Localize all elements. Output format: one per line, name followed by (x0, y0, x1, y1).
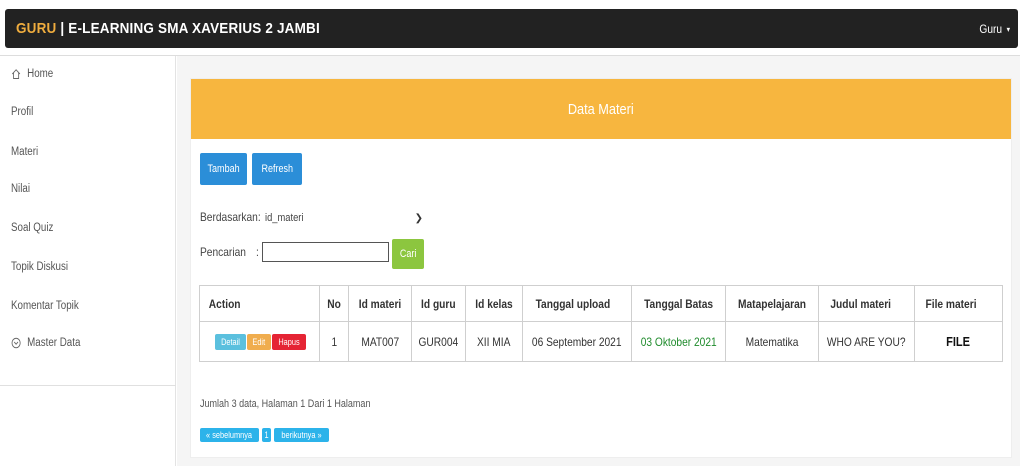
sidebar-item-label: Home (27, 68, 54, 80)
edit-button[interactable]: Edit (247, 333, 271, 350)
column-header-file-materi: File materi (913, 285, 1004, 322)
action-cell: Detail Edit Hapus (199, 321, 320, 362)
refresh-button[interactable]: Refresh (252, 153, 302, 185)
search-button[interactable]: Cari (392, 239, 424, 269)
tanggal-batas-cell: 03 Oktober 2021 (630, 321, 727, 362)
pagination-page-1[interactable]: 1 (262, 428, 271, 442)
brand-role: GURU (16, 20, 57, 37)
column-header-label: No (327, 296, 341, 311)
cell-text: 06 September 2021 (531, 334, 622, 349)
search-button-label: Cari (399, 248, 417, 260)
cell-text: 1 (331, 334, 337, 349)
column-header-judul-materi: Judul materi (818, 285, 915, 322)
column-header-id-materi: Id materi (347, 285, 412, 322)
home-icon (11, 69, 21, 79)
materi-table: Action No Id materi Id guru Id kelas Tan… (199, 285, 1004, 362)
sidebar-item-label: Materi (11, 146, 39, 158)
page-title: Data Materi (568, 100, 634, 118)
navbar: GURU | E-LEARNING SMA XAVERIUS 2 JAMBI G… (5, 9, 1018, 48)
add-button-label: Tambah (207, 163, 240, 175)
sidebar-item-profil[interactable]: Profil (11, 106, 33, 118)
brand-title: | E-LEARNING SMA XAVERIUS 2 JAMBI (56, 20, 320, 37)
edit-button-label: Edit (252, 336, 266, 347)
panel-heading: Data Materi (191, 79, 1011, 139)
pagination-prev-label: « sebelumnya (206, 430, 253, 440)
user-menu-label: Guru (979, 21, 1003, 36)
sidebar: Home Profil Materi Nilai Soal Quiz Topik… (0, 56, 176, 466)
app-brand[interactable]: GURU | E-LEARNING SMA XAVERIUS 2 JAMBI (16, 20, 320, 37)
column-header-matapelajaran: Matapelajaran (725, 285, 820, 322)
column-header-label: Matapelajaran (738, 296, 807, 311)
sidebar-item-nilai[interactable]: Nilai (11, 183, 30, 195)
delete-button[interactable]: Hapus (272, 333, 307, 350)
cell-text: MAT007 (360, 334, 399, 349)
refresh-button-label: Refresh (261, 163, 293, 175)
pagination-page-label: 1 (264, 430, 269, 440)
caret-down-icon: ▾ (1006, 24, 1010, 34)
sidebar-item-label: Master Data (27, 337, 81, 349)
sidebar-item-home[interactable]: Home (11, 68, 53, 80)
cell-text: WHO ARE YOU? (827, 334, 906, 349)
column-header-label: Id kelas (474, 296, 513, 311)
cell-text: GUR004 (418, 334, 459, 349)
record-summary: Jumlah 3 data, Halaman 1 Dari 1 Halaman (200, 398, 371, 410)
file-materi-cell: FILE (913, 321, 1004, 362)
column-header-label: File materi (925, 296, 977, 311)
pagination-next-label: berikutnya » (281, 430, 322, 440)
based-on-select[interactable]: id_materi ❯ (259, 208, 429, 228)
column-header-label: Action (208, 296, 241, 311)
judul-materi-cell: WHO ARE YOU? (818, 321, 915, 362)
column-header-label: Id guru (420, 296, 456, 311)
search-input[interactable] (262, 242, 389, 262)
pagination-prev-button[interactable]: « sebelumnya (200, 428, 259, 442)
file-download-link[interactable]: FILE (946, 334, 970, 349)
chevron-circle-down-icon (11, 337, 21, 349)
detail-button[interactable]: Detail (214, 333, 246, 350)
id-materi-cell: MAT007 (347, 321, 412, 362)
top-bar: GURU | E-LEARNING SMA XAVERIUS 2 JAMBI G… (0, 0, 1020, 56)
column-header-label: Tanggal Batas (643, 296, 713, 311)
matapelajaran-cell: Matematika (725, 321, 820, 362)
tanggal-upload-cell: 06 September 2021 (521, 321, 632, 362)
column-header-label: Tanggal upload (535, 296, 610, 311)
sidebar-item-label: Profil (11, 106, 34, 118)
cell-text: Matematika (745, 334, 799, 349)
search-label: Pencarian (200, 245, 246, 259)
column-header-id-guru: Id guru (410, 285, 466, 322)
detail-button-label: Detail (220, 336, 240, 347)
column-header-action: Action (199, 285, 320, 322)
column-header-label: Judul materi (830, 296, 892, 311)
table-row: Detail Edit Hapus 1 MAT007 GUR004 XII MI… (199, 321, 1004, 362)
column-header-label: Id materi (358, 296, 402, 311)
search-label-colon: : (256, 245, 259, 259)
id-guru-cell: GUR004 (410, 321, 466, 362)
table-header-row: Action No Id materi Id guru Id kelas Tan… (199, 285, 1004, 322)
add-button[interactable]: Tambah (200, 153, 247, 185)
user-menu-dropdown[interactable]: Guru ▾ (979, 22, 1010, 36)
sidebar-item-master-data[interactable]: Master Data (11, 337, 80, 349)
column-header-id-kelas: Id kelas (464, 285, 523, 322)
sidebar-item-topik-diskusi[interactable]: Topik Diskusi (11, 261, 68, 273)
sidebar-item-materi[interactable]: Materi (11, 146, 38, 158)
based-on-selected-value: id_materi (265, 212, 304, 224)
column-header-tanggal-batas: Tanggal Batas (630, 285, 727, 322)
chevron-down-icon: ❯ (414, 212, 423, 224)
pagination-next-button[interactable]: berikutnya » (274, 428, 329, 442)
cell-text: 03 Oktober 2021 (640, 334, 717, 349)
based-on-label: Berdasarkan: (200, 210, 261, 224)
cell-text: XII MIA (476, 334, 511, 349)
column-header-tanggal-upload: Tanggal upload (521, 285, 632, 322)
sidebar-item-label: Topik Diskusi (11, 261, 69, 273)
sidebar-item-label: Nilai (11, 183, 31, 195)
sidebar-item-label: Komentar Topik (11, 300, 79, 312)
column-header-no: No (318, 285, 349, 322)
delete-button-label: Hapus (278, 336, 300, 347)
sidebar-item-komentar-topik[interactable]: Komentar Topik (11, 300, 79, 312)
no-cell: 1 (318, 321, 349, 362)
sidebar-item-soal-quiz[interactable]: Soal Quiz (11, 222, 53, 234)
id-kelas-cell: XII MIA (464, 321, 523, 362)
sidebar-item-label: Soal Quiz (11, 222, 54, 234)
sidebar-divider (0, 385, 176, 386)
